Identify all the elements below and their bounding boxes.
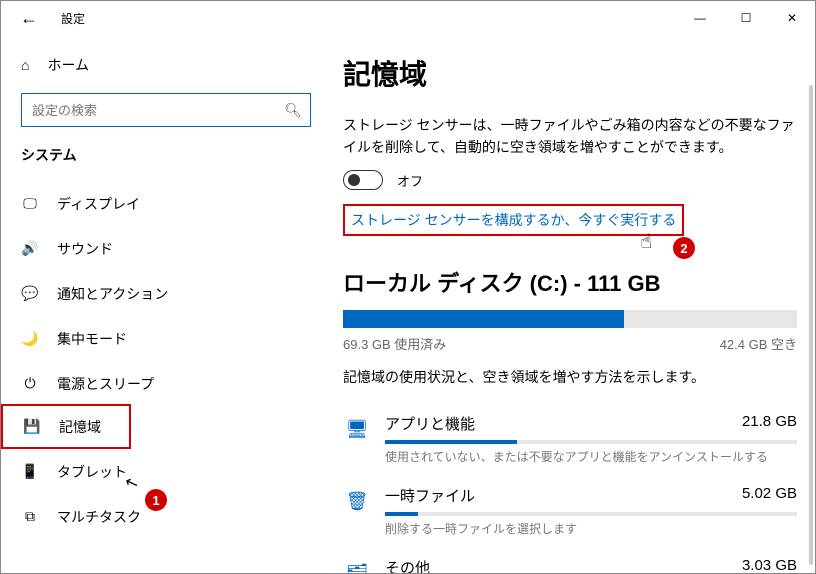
- search-input[interactable]: [32, 103, 280, 118]
- sidebar: ⌂ ホーム 🔍︎ システム 🖵 ディスプレイ 🔊 サウンド 💬 通知とアクション…: [1, 35, 331, 573]
- category-icon: 🖥: [343, 413, 371, 440]
- category-row[interactable]: 🖥 アプリと機能 21.8 GB 使用されていない、または不要なアプリと機能をアンイン…: [343, 405, 797, 477]
- disk-used-fill: [343, 310, 624, 328]
- disk-free-text: 42.4 GB 空き: [720, 334, 797, 353]
- home-icon: ⌂: [21, 57, 29, 73]
- back-button[interactable]: ←: [9, 1, 49, 35]
- sound-icon: 🔊: [21, 240, 39, 257]
- usage-hint: 記憶域の使用状況と、空き領域を増やす方法を示します。: [343, 367, 797, 387]
- tablet-icon: 📱: [21, 463, 39, 480]
- annotation-marker-2: 2: [673, 237, 695, 259]
- category-name: その他: [385, 557, 430, 573]
- titlebar: ← 設定 — ☐ ✕: [1, 1, 815, 35]
- sidebar-item-storage[interactable]: 💾 記憶域: [1, 404, 131, 449]
- main-pane: 記憶域 ストレージ センサーは、一時ファイルやごみ箱の内容などの不要なファイルを…: [331, 35, 815, 573]
- scrollbar[interactable]: [809, 85, 813, 565]
- sidebar-item-label: 集中モード: [57, 329, 127, 349]
- home-label: ホーム: [47, 55, 89, 75]
- storage-sense-desc: ストレージ センサーは、一時ファイルやごみ箱の内容などの不要なファイルを削除して…: [343, 115, 797, 158]
- section-label: システム: [1, 145, 331, 165]
- display-icon: 🖵: [21, 195, 39, 212]
- sidebar-home[interactable]: ⌂ ホーム: [1, 45, 331, 85]
- multitask-icon: ⧉: [21, 508, 39, 525]
- sidebar-item-focus[interactable]: 🌙 集中モード: [1, 316, 331, 361]
- category-bar: [385, 512, 797, 516]
- sidebar-item-sound[interactable]: 🔊 サウンド: [1, 226, 331, 271]
- search-input-wrap[interactable]: 🔍︎: [21, 93, 311, 127]
- sidebar-item-label: 通知とアクション: [57, 284, 168, 304]
- notifications-icon: 💬: [21, 285, 39, 302]
- category-icon: 🗂: [343, 557, 371, 573]
- sidebar-item-label: サウンド: [57, 239, 113, 259]
- annotation-box-2: ストレージ センサーを構成するか、今すぐ実行する ☝︎: [343, 204, 684, 236]
- close-button[interactable]: ✕: [769, 1, 815, 35]
- category-size: 3.03 GB: [742, 557, 797, 573]
- sidebar-item-display[interactable]: 🖵 ディスプレイ: [1, 181, 331, 226]
- category-row[interactable]: 🗑 一時ファイル 5.02 GB 削除する一時ファイルを選択します: [343, 477, 797, 549]
- category-name: 一時ファイル: [385, 485, 475, 506]
- focus-icon: 🌙: [21, 330, 39, 347]
- window-title: 設定: [61, 10, 85, 27]
- sidebar-item-label: タブレット: [57, 462, 127, 482]
- disk-usage-bar: [343, 310, 797, 328]
- sidebar-item-power[interactable]: ⏻ 電源とスリープ: [1, 361, 331, 406]
- configure-storage-sense-link[interactable]: ストレージ センサーを構成するか、今すぐ実行する: [351, 212, 676, 228]
- category-row[interactable]: 🗂 その他 3.03 GB: [343, 549, 797, 573]
- minimize-button[interactable]: —: [677, 1, 723, 35]
- annotation-marker-1: 1: [145, 489, 167, 511]
- disk-used-text: 69.3 GB 使用済み: [343, 334, 446, 353]
- sidebar-item-tablet[interactable]: 📱 タブレット: [1, 449, 331, 494]
- storage-icon: 💾: [23, 418, 41, 435]
- category-size: 21.8 GB: [742, 413, 797, 434]
- disk-title: ローカル ディスク (C:) - 111 GB: [343, 266, 797, 298]
- sidebar-item-label: 電源とスリープ: [57, 374, 154, 394]
- sidebar-item-notifications[interactable]: 💬 通知とアクション: [1, 271, 331, 316]
- power-icon: ⏻: [21, 375, 39, 392]
- category-bar: [385, 440, 797, 444]
- category-name: アプリと機能: [385, 413, 475, 434]
- storage-sense-toggle[interactable]: [343, 170, 383, 190]
- maximize-button[interactable]: ☐: [723, 1, 769, 35]
- search-icon: 🔍︎: [284, 102, 302, 119]
- category-sub: 使用されていない、または不要なアプリと機能をアンインストールする: [385, 448, 797, 465]
- toggle-label: オフ: [397, 171, 423, 190]
- category-sub: 削除する一時ファイルを選択します: [385, 520, 797, 537]
- sidebar-item-label: ディスプレイ: [57, 194, 140, 214]
- page-title: 記憶域: [343, 53, 797, 93]
- sidebar-item-label: 記憶域: [59, 417, 101, 437]
- sidebar-item-label: マルチタスク: [57, 507, 141, 527]
- category-size: 5.02 GB: [742, 485, 797, 506]
- hand-cursor-icon: ☝︎: [640, 229, 652, 254]
- category-icon: 🗑: [343, 485, 371, 512]
